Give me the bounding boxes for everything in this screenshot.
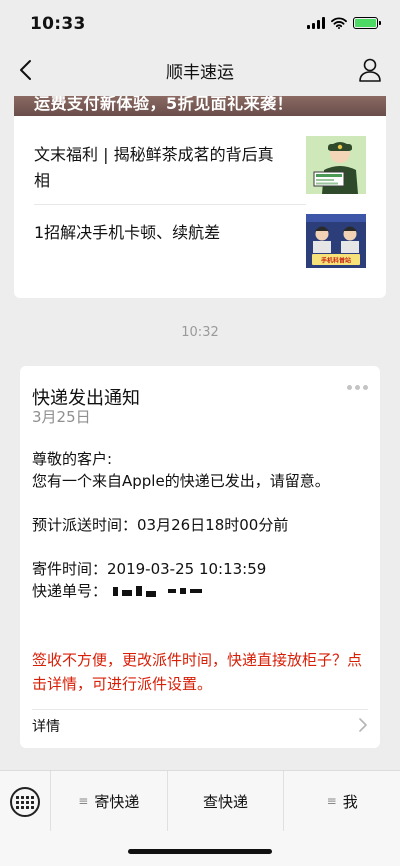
user-icon[interactable] (356, 56, 384, 84)
article-card: 运费支付新体验，5折见面礼来袭！ 文末福利 | 揭秘鲜茶成茗的背后真相 1招解决… (14, 96, 386, 298)
notification-card[interactable]: 快递发出通知 3月25日 尊敬的客户: 您有一个来自Apple的快递已发出，请留… (20, 366, 380, 748)
tracking-label: 快递单号： (32, 582, 108, 600)
article-divider (34, 204, 306, 205)
battery-icon (353, 17, 381, 29)
menu-item-me[interactable]: ≡ 我 (283, 771, 400, 831)
banner-text: 运费支付新体验，5折见面礼来袭！ (34, 96, 294, 113)
menu-lines-icon: ≡ (326, 794, 337, 808)
article-title: 1招解决手机卡顿、续航差 (34, 223, 221, 242)
message-timestamp: 10:32 (181, 325, 219, 340)
notice-delivery-time: 预计派送时间：03月26日18时00分前 (32, 516, 289, 534)
thumb-caption: 手机科普站 (321, 257, 351, 265)
more-dots-icon[interactable] (347, 385, 368, 390)
article-item[interactable]: 文末福利 | 揭秘鲜茶成茗的背后真相 (34, 134, 366, 206)
menu-item-label: 查快递 (203, 792, 249, 811)
status-time: 10:33 (30, 14, 86, 34)
nav-bar: 顺丰速运 (0, 44, 400, 96)
chevron-right-icon (359, 718, 367, 732)
menu-item-label: 寄快递 (94, 792, 140, 811)
notice-send-time: 寄件时间：2019-03-25 10:13:59 (32, 560, 267, 578)
detail-link[interactable]: 详情 (32, 716, 60, 736)
article-item[interactable]: 1招解决手机卡顿、续航差 手机科普站 (34, 212, 366, 274)
notice-greeting: 尊敬的客户: (32, 450, 113, 468)
redacted-tracking-number (113, 585, 203, 597)
menu-item-track-express[interactable]: 查快递 (166, 771, 284, 831)
signal-icon (307, 17, 325, 29)
menu-item-send-express[interactable]: ≡ 寄快递 (50, 771, 167, 831)
menu-lines-icon: ≡ (78, 794, 89, 808)
page-title: 顺丰速运 (166, 63, 234, 83)
notice-date: 3月25日 (32, 408, 91, 426)
notice-body: 尊敬的客户: 您有一个来自Apple的快递已发出，请留意。 预计派送时间：03月… (32, 448, 368, 602)
tracking-row: 快递单号： (32, 580, 368, 602)
status-icons (307, 16, 381, 30)
article-title: 文末福利 | 揭秘鲜茶成茗的背后真相 (34, 145, 274, 190)
home-indicator (128, 849, 272, 854)
wifi-icon (331, 17, 347, 29)
status-bar: 10:33 (0, 0, 400, 44)
menu-item-label: 我 (342, 792, 358, 811)
notice-divider (32, 709, 368, 710)
article-thumbnail (306, 136, 366, 194)
keyboard-icon[interactable] (10, 787, 40, 817)
notice-warning-link[interactable]: 签收不方便，更改派件时间，快递直接放柜子？点击详情，可进行派件设置。 (32, 648, 368, 696)
article-thumbnail: 手机科普站 (306, 214, 366, 268)
article-banner[interactable]: 运费支付新体验，5折见面礼来袭！ (14, 96, 386, 116)
screen: 10:33 顺丰速运 运费支付新体验，5折见面礼来袭！ 文末福利 | 揭秘鲜茶成… (0, 0, 400, 866)
notice-message: 您有一个来自Apple的快递已发出，请留意。 (32, 472, 330, 490)
menu-items: ≡ 寄快递 查快递 ≡ 我 (50, 771, 400, 831)
